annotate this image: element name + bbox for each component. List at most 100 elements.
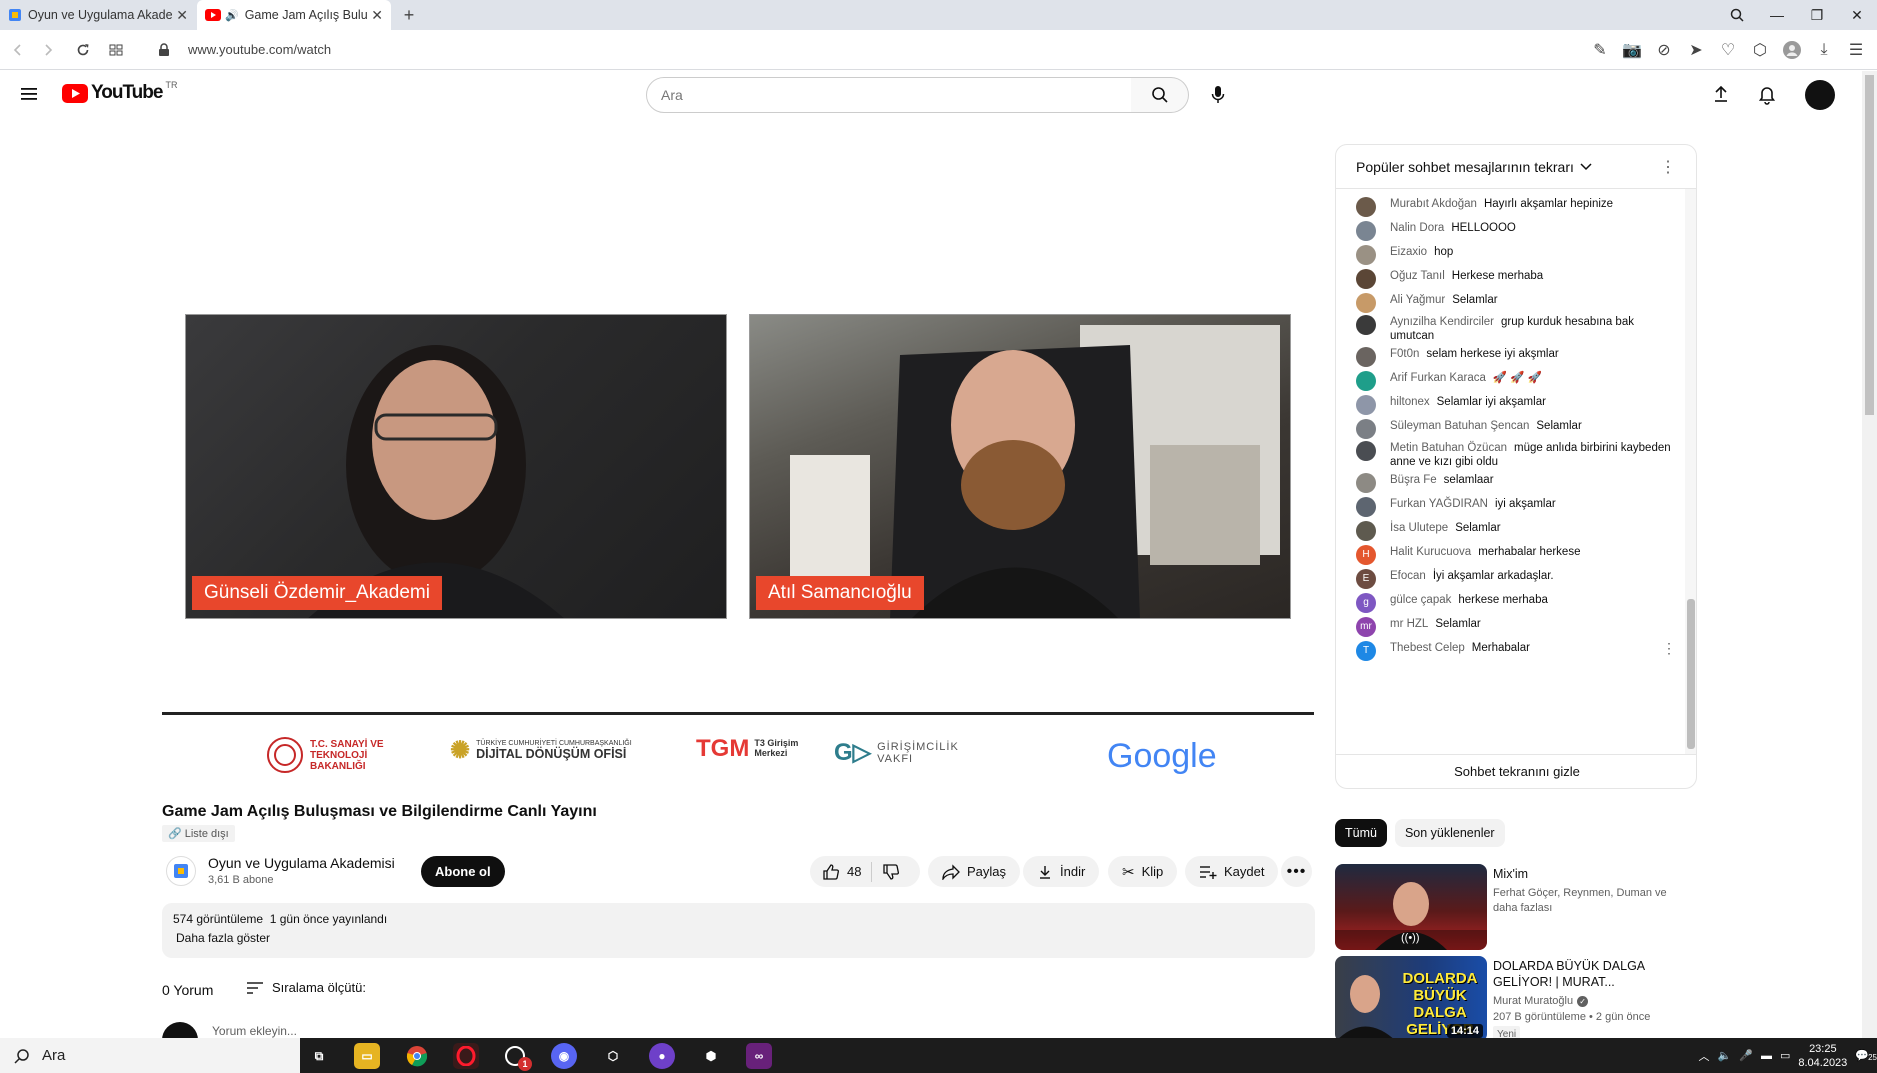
notifications-bell-icon[interactable] — [1756, 83, 1778, 105]
profile-icon[interactable] — [1781, 39, 1803, 61]
scrollbar-thumb[interactable] — [1865, 75, 1874, 415]
chevron-down-icon[interactable] — [1580, 162, 1592, 171]
chat-avatar[interactable] — [1356, 395, 1376, 415]
dislike-button[interactable] — [882, 863, 900, 881]
chat-scrollbar[interactable] — [1685, 189, 1696, 755]
chat-avatar[interactable] — [1356, 347, 1376, 367]
task-view-icon[interactable]: ⧉ — [306, 1043, 332, 1069]
chat-author[interactable]: Aynızilha Kendirciler — [1390, 316, 1494, 328]
chat-author[interactable]: Oğuz Tanıl — [1390, 270, 1445, 282]
opera-icon[interactable] — [453, 1043, 479, 1069]
chat-author[interactable]: gülce çapak — [1390, 594, 1451, 606]
unity-hub-icon[interactable]: ⬢ — [698, 1043, 724, 1069]
video-thumbnail[interactable]: DOLARDA BÜYÜK DALGA GELİYOR 14:14 — [1335, 956, 1487, 1042]
chat-author[interactable]: hiltonex — [1390, 396, 1430, 408]
restore-icon[interactable]: ❐ — [1797, 0, 1837, 30]
download-icon[interactable]: ⤓ — [1813, 39, 1835, 61]
chat-message[interactable]: F0t0n selam herkese iyi akşmlar — [1356, 347, 1676, 367]
whatsapp-icon[interactable]: 1 — [502, 1043, 532, 1071]
clock[interactable]: 23:25 8.04.2023 — [1798, 1042, 1847, 1070]
chat-message[interactable]: hiltonex Selamlar iyi akşamlar — [1356, 395, 1676, 415]
speaker-icon[interactable]: 🔈 — [1718, 1049, 1732, 1062]
video-thumbnail[interactable]: ((•)) — [1335, 864, 1487, 950]
chevron-up-icon[interactable]: ︿ — [1699, 1048, 1710, 1064]
camera-icon[interactable]: 📷 — [1621, 39, 1643, 61]
chrome-icon[interactable] — [404, 1043, 430, 1069]
page-scrollbar[interactable] — [1862, 71, 1877, 1038]
search-button[interactable] — [1131, 77, 1189, 113]
network-icon[interactable]: ▬ — [1761, 1050, 1772, 1062]
chat-mode-selector[interactable]: Popüler sohbet mesajlarının tekrarı — [1356, 159, 1574, 175]
sort-comments-button[interactable]: Sıralama ölçütü: — [246, 980, 366, 995]
chat-message[interactable]: İsa Ulutepe Selamlar — [1356, 521, 1676, 541]
search-input[interactable]: Ara — [646, 77, 1132, 113]
chat-message[interactable]: Furkan YAĞDIRAN iyi akşamlar — [1356, 497, 1676, 517]
chat-author[interactable]: Efocan — [1390, 570, 1426, 582]
download-button[interactable]: İndir — [1023, 856, 1100, 887]
chat-message[interactable]: Metin Batuhan Özücan müge anlıda birbirin… — [1356, 441, 1676, 469]
chat-message[interactable]: mr mr HZL Selamlar — [1356, 617, 1676, 637]
chat-message[interactable]: Murabıt Akdoğan Hayırlı akşamlar hepinize — [1356, 197, 1676, 217]
close-window-icon[interactable]: ✕ — [1837, 0, 1877, 30]
save-button[interactable]: Kaydet — [1185, 856, 1279, 887]
notification-center-icon[interactable]: 💬 25 — [1855, 1049, 1877, 1062]
chat-author[interactable]: Süleyman Batuhan Şencan — [1390, 420, 1529, 432]
chat-avatar[interactable] — [1356, 269, 1376, 289]
youtube-logo[interactable]: YouTube TR — [62, 80, 177, 104]
chat-author[interactable]: Arif Furkan Karaca — [1390, 372, 1486, 384]
visual-studio-icon[interactable]: ∞ — [746, 1043, 772, 1069]
mic-icon[interactable]: 🎤 — [1739, 1049, 1753, 1062]
show-more-link[interactable]: Daha fazla göster — [176, 931, 1304, 945]
chat-author[interactable]: Eizaxio — [1390, 246, 1427, 258]
chat-message[interactable]: T Thebest Celep Merhabalar ⋮ — [1356, 641, 1676, 661]
chat-avatar[interactable]: mr — [1356, 617, 1376, 637]
search-tabs-icon[interactable] — [1717, 0, 1757, 30]
chat-avatar[interactable] — [1356, 419, 1376, 439]
lock-icon[interactable] — [152, 38, 176, 62]
chat-author[interactable]: Büşra Fe — [1390, 474, 1437, 486]
video-player[interactable]: Günseli Özdemir_Akademi Atıl Samancıoğlu… — [162, 120, 1314, 775]
chat-message[interactable]: Arif Furkan Karaca 🚀 🚀 🚀 — [1356, 371, 1676, 391]
file-explorer-icon[interactable]: ▭ — [354, 1043, 380, 1069]
chat-message[interactable]: Ali Yağmur Selamlar — [1356, 293, 1676, 313]
chat-author[interactable]: Metin Batuhan Özücan — [1390, 442, 1507, 454]
minimize-icon[interactable]: — — [1757, 0, 1797, 30]
back-icon[interactable] — [6, 38, 30, 62]
clip-button[interactable]: ✂ Klip — [1108, 856, 1178, 887]
url-field[interactable]: www.youtube.com/watch — [188, 42, 331, 57]
chat-author[interactable]: Halit Kurucuova — [1390, 546, 1471, 558]
cube-icon[interactable]: ⬡ — [1749, 39, 1771, 61]
chat-message[interactable]: E Efocan İyi akşamlar arkadaşlar. — [1356, 569, 1676, 589]
chat-avatar[interactable] — [1356, 245, 1376, 265]
more-actions-button[interactable]: ••• — [1281, 856, 1312, 887]
chat-avatar[interactable]: H — [1356, 545, 1376, 565]
close-tab-icon[interactable]: ✕ — [371, 7, 383, 24]
chat-message[interactable]: Süleyman Batuhan Şencan Selamlar — [1356, 419, 1676, 439]
close-tab-icon[interactable]: ✕ — [176, 7, 188, 24]
speaker-icon[interactable]: 🔊 — [225, 9, 239, 22]
chat-message[interactable]: Büşra Fe selamlaar — [1356, 473, 1676, 493]
chat-author[interactable]: Nalin Dora — [1390, 222, 1444, 234]
tab-oyun-akademi[interactable]: Oyun ve Uygulama Akademi ✕ — [0, 0, 196, 30]
recommended-video[interactable]: ((•)) Mix'im Ferhat Göçer, Reynmen, Duma… — [1335, 864, 1705, 950]
scrollbar-thumb[interactable] — [1687, 599, 1695, 749]
chat-avatar[interactable] — [1356, 315, 1376, 335]
chat-author[interactable]: Furkan YAĞDIRAN — [1390, 498, 1488, 510]
chat-options-icon[interactable]: ⋮ — [1660, 157, 1676, 177]
monitor-icon[interactable]: ▭ — [1780, 1049, 1790, 1062]
chat-avatar[interactable] — [1356, 197, 1376, 217]
message-options-icon[interactable]: ⋮ — [1662, 641, 1676, 661]
like-button[interactable]: 48 — [822, 863, 861, 881]
discord-icon[interactable]: ◉ — [551, 1043, 577, 1069]
forward-icon[interactable] — [36, 38, 60, 62]
account-avatar[interactable] — [1805, 80, 1835, 110]
chat-author[interactable]: Murabıt Akdoğan — [1390, 198, 1477, 210]
reload-icon[interactable] — [71, 38, 95, 62]
chip-all[interactable]: Tümü — [1335, 819, 1387, 847]
hide-chat-button[interactable]: Sohbet tekranını gizle — [1336, 754, 1696, 788]
comment-input[interactable]: Yorum ekleyin... — [212, 1024, 297, 1038]
chat-author[interactable]: İsa Ulutepe — [1390, 522, 1448, 534]
voice-search-button[interactable] — [1200, 77, 1236, 113]
chat-avatar[interactable] — [1356, 371, 1376, 391]
chip-recent[interactable]: Son yüklenenler — [1394, 819, 1505, 847]
